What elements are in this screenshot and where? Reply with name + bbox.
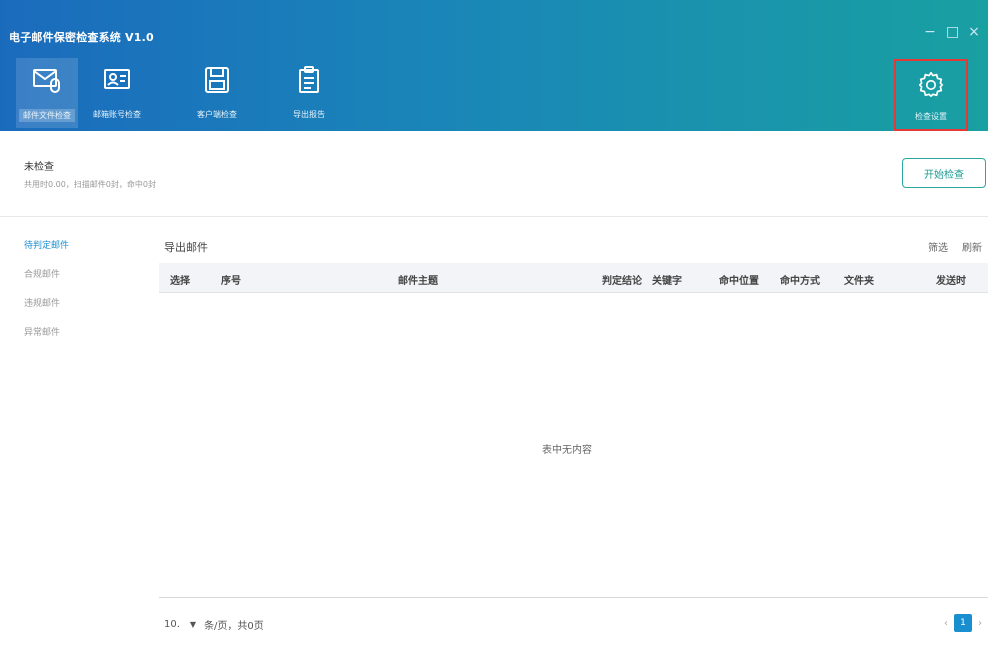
tool-client-check[interactable]: 客户端检查 bbox=[186, 58, 248, 128]
window-controls: − □ × bbox=[924, 24, 980, 40]
page-size-value[interactable]: 10. bbox=[164, 619, 180, 630]
pagination-controls: ‹ 1 › bbox=[944, 614, 982, 632]
client-save-icon bbox=[205, 67, 229, 93]
column-header[interactable]: 发送时 bbox=[936, 272, 966, 287]
tool-mail-file-check[interactable]: 邮件文件检查 bbox=[16, 58, 78, 128]
status-title: 未检查 bbox=[24, 162, 54, 173]
sidebar-item-abnormal[interactable]: 异常邮件 bbox=[24, 325, 60, 338]
check-settings-button[interactable]: 检查设置 bbox=[894, 59, 968, 131]
tool-label: 邮件文件检查 bbox=[19, 109, 75, 122]
tool-export-report[interactable]: 导出报告 bbox=[278, 58, 340, 128]
app-header: 电子邮件保密检查系统 V1.0 − □ × 邮件文件检查 邮箱账号检查 客户端检… bbox=[0, 0, 988, 131]
next-page-button[interactable]: › bbox=[978, 618, 982, 629]
column-header[interactable]: 文件夹 bbox=[844, 272, 874, 287]
start-check-button[interactable]: 开始检查 bbox=[902, 158, 986, 188]
minimize-button[interactable]: − bbox=[924, 24, 936, 40]
filter-button[interactable]: 筛选 bbox=[928, 239, 948, 254]
check-status-panel: 未检查 共用时0.00，扫描邮件0封，命中0封 开始检查 bbox=[0, 131, 988, 217]
main-content: 导出邮件 筛选 刷新 选择 序号 邮件主题 判定结论 关键字 命中位置 命中方式… bbox=[150, 218, 988, 657]
column-header[interactable]: 关键字 bbox=[652, 272, 682, 287]
settings-label: 检查设置 bbox=[915, 112, 947, 121]
mail-table: 选择 序号 邮件主题 判定结论 关键字 命中位置 命中方式 文件夹 发送时 表中… bbox=[159, 263, 988, 598]
column-header[interactable]: 选择 bbox=[170, 272, 190, 287]
gear-icon bbox=[918, 71, 944, 98]
column-header[interactable]: 邮件主题 bbox=[398, 272, 438, 287]
clipboard-report-icon bbox=[299, 66, 319, 93]
empty-table-message: 表中无内容 bbox=[542, 445, 592, 456]
refresh-button[interactable]: 刷新 bbox=[962, 239, 982, 254]
sidebar: 待判定邮件 合规邮件 违规邮件 异常邮件 bbox=[0, 218, 150, 657]
column-header[interactable]: 判定结论 bbox=[602, 272, 642, 287]
maximize-button[interactable]: □ bbox=[946, 24, 959, 40]
sidebar-item-pending[interactable]: 待判定邮件 bbox=[24, 238, 69, 251]
column-header[interactable]: 命中位置 bbox=[719, 272, 759, 287]
column-header[interactable]: 序号 bbox=[221, 272, 241, 287]
tool-label: 邮箱账号检查 bbox=[93, 110, 141, 119]
table-actions: 筛选 刷新 bbox=[928, 239, 982, 254]
table-header: 选择 序号 邮件主题 判定结论 关键字 命中位置 命中方式 文件夹 发送时 bbox=[159, 263, 988, 293]
export-mail-button[interactable]: 导出邮件 bbox=[164, 239, 208, 255]
mail-attachment-icon bbox=[33, 69, 60, 93]
prev-page-button[interactable]: ‹ bbox=[944, 618, 948, 629]
close-button[interactable]: × bbox=[968, 24, 980, 40]
sidebar-item-violation[interactable]: 违规邮件 bbox=[24, 296, 60, 309]
tool-mail-account-check[interactable]: 邮箱账号检查 bbox=[86, 58, 148, 128]
tool-label: 导出报告 bbox=[293, 110, 325, 119]
account-card-icon bbox=[104, 69, 130, 89]
current-page-button[interactable]: 1 bbox=[954, 614, 972, 632]
tool-label: 客户端检查 bbox=[197, 110, 237, 119]
column-header[interactable]: 命中方式 bbox=[780, 272, 820, 287]
pagination-size: 10. ▼ 条/页，共0页 bbox=[164, 617, 264, 632]
page-info: 条/页，共0页 bbox=[204, 621, 264, 632]
status-summary: 共用时0.00，扫描邮件0封，命中0封 bbox=[24, 180, 156, 189]
page-size-dropdown-icon[interactable]: ▼ bbox=[190, 620, 196, 629]
sidebar-item-compliant[interactable]: 合规邮件 bbox=[24, 267, 60, 280]
app-title: 电子邮件保密检查系统 V1.0 bbox=[9, 31, 154, 44]
